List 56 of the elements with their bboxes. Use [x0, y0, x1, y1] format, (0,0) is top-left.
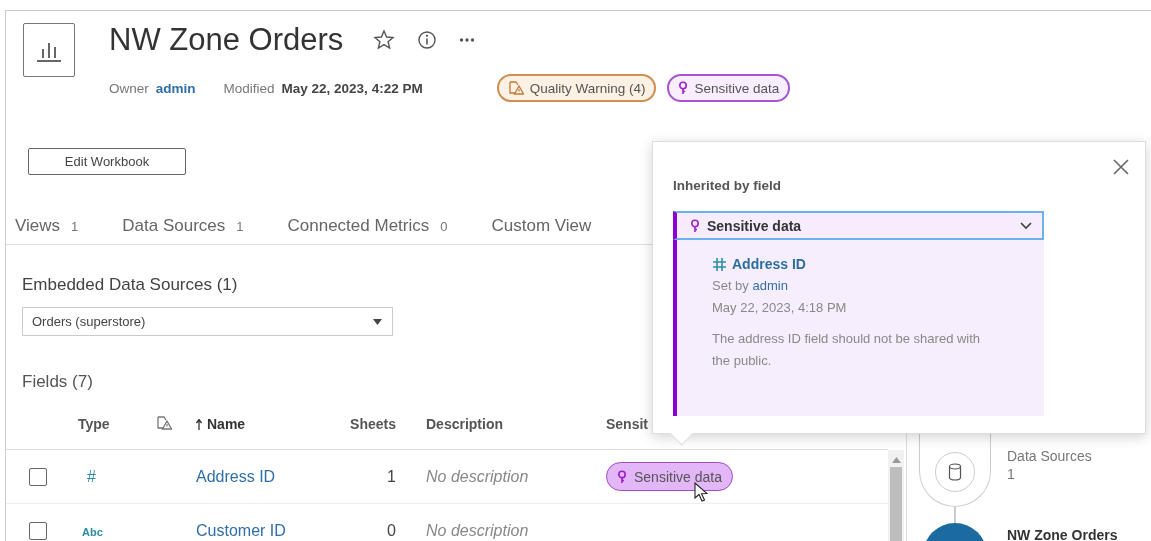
popover-heading: Inherited by field — [673, 178, 782, 195]
workbook-title: NW Zone Orders — [109, 22, 344, 58]
sheets-count: 1 — [387, 467, 396, 485]
row-checkbox[interactable] — [29, 467, 47, 486]
info-icon[interactable] — [417, 30, 438, 50]
keyhole-icon — [678, 81, 689, 95]
column-header[interactable]: Name — [196, 416, 246, 432]
sensitivity-select[interactable]: Sensitive data — [673, 211, 1044, 240]
keyhole-icon — [690, 218, 700, 233]
lineage-label: NW Zone Orders — [1007, 527, 1118, 541]
quality-warning-badge[interactable]: Quality Warning (4) — [496, 74, 657, 102]
column-header[interactable]: Description — [426, 416, 503, 432]
column-header[interactable]: Sensit — [606, 416, 648, 432]
workbook-icon — [23, 23, 75, 77]
more-options-icon[interactable] — [459, 37, 476, 43]
favorite-star-icon[interactable] — [373, 29, 396, 51]
field-name-link[interactable]: Address ID — [732, 256, 806, 272]
lineage-label: Data Sources — [1007, 447, 1092, 465]
tab[interactable]: Connected Metrics 0 — [287, 216, 448, 236]
sensitive-data-badge[interactable]: Sensitive data — [606, 462, 733, 491]
dropdown-caret-icon — [373, 318, 382, 325]
column-header[interactable]: Type — [78, 416, 110, 432]
field-description: No description — [426, 521, 529, 539]
chevron-down-icon — [1020, 221, 1032, 230]
tab[interactable]: Views 1 — [15, 216, 79, 236]
fields-heading: Fields (7) — [22, 372, 93, 392]
modified-date: May 22, 2023, 4:22 PM — [281, 80, 423, 96]
row-checkbox[interactable] — [29, 521, 47, 540]
embedded-sources-heading: Embedded Data Sources (1) — [22, 275, 238, 295]
column-header[interactable]: Sheets — [350, 416, 396, 432]
database-icon — [948, 463, 962, 481]
field-type-label: # — [86, 467, 96, 485]
mouse-pointer-icon — [694, 482, 708, 502]
field-type-label: Abc — [81, 525, 103, 538]
sheets-count: 0 — [387, 521, 396, 539]
label-date: May 22, 2023, 4:18 PM — [712, 300, 848, 317]
quality-warning-icon — [156, 415, 172, 430]
set-by-text: Set by admin — [712, 278, 789, 295]
lineage-count: 1 — [1007, 465, 1016, 483]
sensitive-data-badge[interactable]: Sensitive data — [667, 74, 791, 102]
close-icon[interactable] — [1113, 159, 1129, 175]
owner-label: Owner — [109, 80, 149, 96]
modified-label: Modified — [223, 80, 275, 96]
owner-link[interactable]: admin — [155, 80, 196, 96]
label-message: The address ID field should not be shared with the public. — [712, 330, 982, 370]
data-source-dropdown[interactable]: Orders (superstore) — [22, 307, 393, 336]
scrollbar[interactable] — [888, 450, 904, 541]
tab[interactable]: Data Sources 1 — [122, 216, 244, 236]
field-description: No description — [426, 467, 529, 485]
field-name-link[interactable]: Address ID — [196, 467, 276, 485]
edit-workbook-button[interactable]: Edit Workbook — [28, 148, 186, 175]
field-name-link[interactable]: Customer ID — [196, 521, 286, 539]
tab[interactable]: Custom View — [491, 216, 592, 236]
quality-warning-icon — [507, 81, 524, 95]
keyhole-icon — [617, 469, 627, 484]
number-field-icon — [712, 256, 727, 272]
